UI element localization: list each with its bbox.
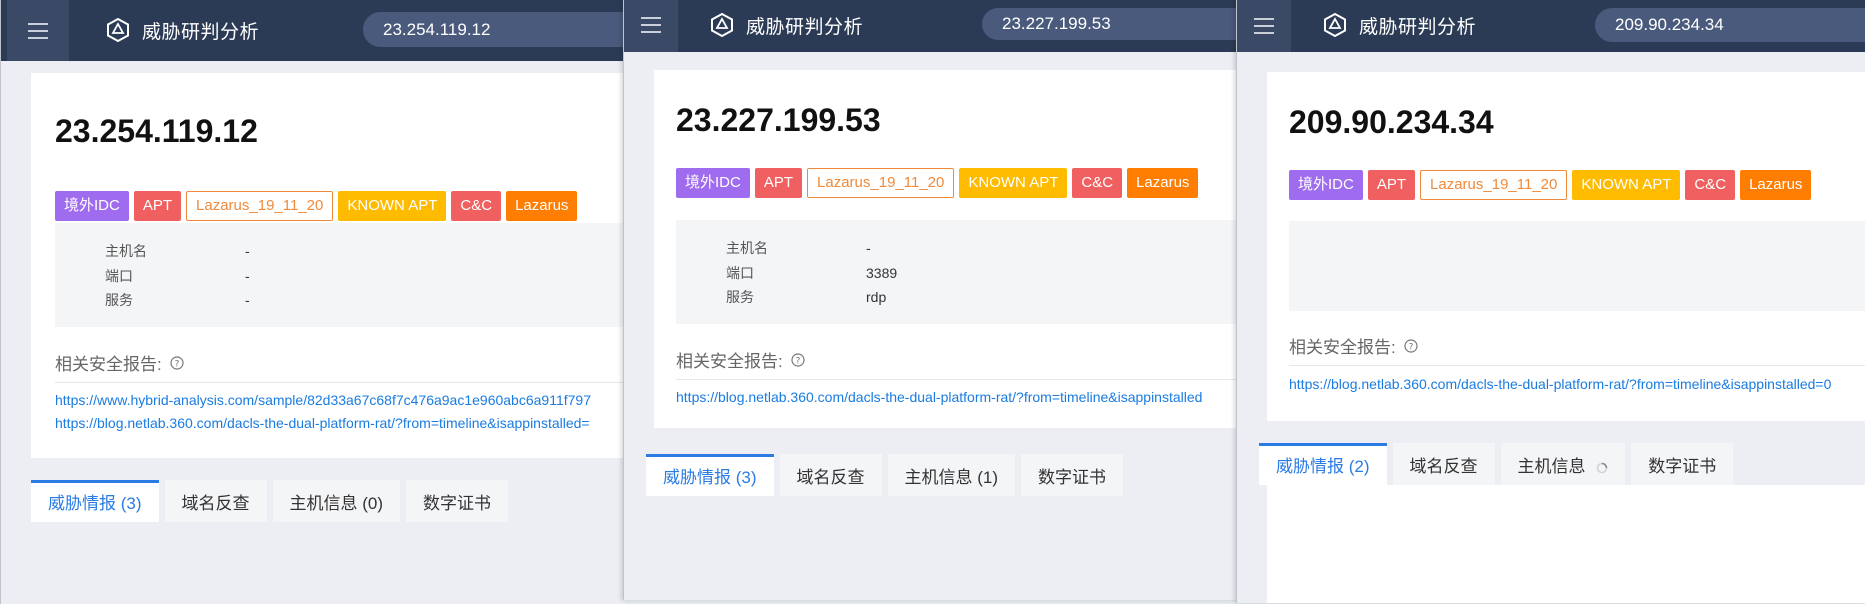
- security-reports-heading: 相关安全报告: ?: [1289, 333, 1418, 358]
- tag-list: 境外IDC APT Lazarus_19_11_20 KNOWN APT C&C…: [55, 191, 582, 221]
- question-circle-icon[interactable]: ?: [791, 352, 805, 367]
- top-bar: 威胁研判分析 209.90.234.34: [1237, 0, 1865, 52]
- menu-button[interactable]: [1237, 0, 1291, 52]
- tab-certificates[interactable]: 数字证书: [1021, 454, 1123, 496]
- tag-lazarus[interactable]: Lazarus: [506, 191, 578, 221]
- divider: [55, 382, 625, 383]
- tag-list: 境外IDC APT Lazarus_19_11_20 KNOWN APT C&C…: [1289, 170, 1816, 200]
- tag-cnc[interactable]: C&C: [451, 191, 502, 221]
- ip-overview-card: 209.90.234.34 境外IDC APT Lazarus_19_11_20…: [1267, 72, 1865, 421]
- tag-campaign[interactable]: Lazarus_19_11_20: [186, 191, 334, 221]
- detail-tabs: 威胁情报 (3) 域名反查 主机信息 (0) 数字证书: [31, 480, 514, 522]
- ip-address-title: 209.90.234.34: [1289, 104, 1494, 140]
- analysis-window-1: 威胁研判分析 23.254.119.12 23.254.119.12 境外IDC…: [0, 0, 625, 604]
- app-title: 威胁研判分析: [746, 16, 864, 38]
- brand: 威胁研判分析: [1322, 12, 1476, 38]
- info-row-hostname: 主机名 -: [105, 243, 250, 259]
- tab-domain-lookup[interactable]: 域名反查: [164, 480, 267, 522]
- tag-known-apt[interactable]: KNOWN APT: [959, 168, 1068, 198]
- tab-certificates[interactable]: 数字证书: [406, 480, 508, 522]
- tag-known-apt[interactable]: KNOWN APT: [1572, 170, 1681, 200]
- security-reports-heading: 相关安全报告: ?: [55, 350, 184, 375]
- tag-apt[interactable]: APT: [133, 191, 182, 221]
- ip-overview-card: 23.254.119.12 境外IDC APT Lazarus_19_11_20…: [31, 73, 625, 458]
- tab-threat-intel[interactable]: 威胁情报 (2): [1259, 443, 1387, 485]
- tag-cnc[interactable]: C&C: [1072, 168, 1123, 198]
- shield-logo-icon: [107, 17, 129, 43]
- divider: [1289, 365, 1865, 366]
- tag-apt[interactable]: APT: [754, 168, 803, 198]
- ip-search-input[interactable]: 23.227.199.53: [982, 8, 1238, 40]
- ip-search-input[interactable]: 23.254.119.12: [363, 12, 625, 47]
- tag-idc[interactable]: 境外IDC: [55, 191, 129, 221]
- top-bar: 威胁研判分析 23.227.199.53: [624, 0, 1238, 52]
- analysis-window-2: 威胁研判分析 23.227.199.53 23.227.199.53 境外IDC…: [623, 0, 1238, 600]
- tab-host-info[interactable]: 主机信息 (0): [272, 480, 400, 522]
- tab-host-info[interactable]: 主机信息 (1): [887, 454, 1015, 496]
- ip-overview-card: 23.227.199.53 境外IDC APT Lazarus_19_11_20…: [654, 70, 1238, 428]
- report-link-2[interactable]: https://blog.netlab.360.com/dacls-the-du…: [55, 415, 590, 431]
- brand: 威胁研判分析: [105, 17, 259, 43]
- host-info-box: 主机名 - 端口 - 服务 -: [55, 223, 625, 327]
- host-info-box: 主机名 - 端口 3389 服务 rdp: [676, 220, 1238, 324]
- app-title: 威胁研判分析: [1359, 16, 1477, 38]
- tag-lazarus[interactable]: Lazarus: [1740, 170, 1812, 200]
- hamburger-icon: [1254, 18, 1274, 20]
- tag-list: 境外IDC APT Lazarus_19_11_20 KNOWN APT C&C…: [676, 168, 1203, 198]
- tag-idc[interactable]: 境外IDC: [676, 168, 750, 198]
- tag-lazarus[interactable]: Lazarus: [1127, 168, 1199, 198]
- tag-idc[interactable]: 境外IDC: [1289, 170, 1363, 200]
- report-link-1[interactable]: https://www.hybrid-analysis.com/sample/8…: [55, 392, 591, 408]
- tab-host-info[interactable]: 主机信息: [1500, 443, 1626, 485]
- tab-threat-intel[interactable]: 威胁情报 (3): [31, 480, 159, 522]
- question-circle-icon[interactable]: ?: [170, 355, 184, 370]
- detail-tabs: 威胁情报 (2) 域名反查 主机信息 数字证书: [1259, 443, 1739, 485]
- security-reports-heading: 相关安全报告: ?: [676, 347, 805, 372]
- info-row-hostname: 主机名 -: [726, 240, 871, 256]
- ip-address-title: 23.254.119.12: [55, 113, 258, 149]
- divider: [676, 379, 1238, 380]
- tag-known-apt[interactable]: KNOWN APT: [338, 191, 447, 221]
- svg-text:?: ?: [795, 356, 800, 366]
- hamburger-icon: [28, 23, 48, 25]
- brand: 威胁研判分析: [709, 12, 863, 38]
- question-circle-icon[interactable]: ?: [1404, 338, 1418, 353]
- ip-address-title: 23.227.199.53: [676, 102, 881, 138]
- top-bar: 威胁研判分析 23.254.119.12: [1, 0, 625, 61]
- tab-domain-lookup[interactable]: 域名反查: [1392, 443, 1495, 485]
- tab-domain-lookup[interactable]: 域名反查: [779, 454, 882, 496]
- tag-campaign[interactable]: Lazarus_19_11_20: [1420, 170, 1568, 200]
- menu-button[interactable]: [7, 0, 69, 61]
- svg-text:?: ?: [174, 359, 179, 369]
- info-row-port: 端口 3389: [726, 265, 898, 281]
- tag-campaign[interactable]: Lazarus_19_11_20: [807, 168, 955, 198]
- info-row-service: 服务 -: [105, 292, 250, 308]
- menu-button[interactable]: [624, 0, 678, 52]
- detail-tabs: 威胁情报 (3) 域名反查 主机信息 (1) 数字证书: [646, 454, 1129, 496]
- info-row-port: 端口 -: [105, 268, 250, 284]
- tab-content-area: [1267, 485, 1865, 603]
- hamburger-icon: [641, 17, 661, 19]
- tag-apt[interactable]: APT: [1367, 170, 1416, 200]
- shield-logo-icon: [711, 12, 733, 38]
- tab-certificates[interactable]: 数字证书: [1631, 443, 1734, 485]
- svg-text:?: ?: [1408, 342, 1413, 352]
- shield-logo-icon: [1324, 12, 1346, 38]
- spinner-icon: [1596, 462, 1608, 473]
- tab-threat-intel[interactable]: 威胁情报 (3): [646, 454, 774, 496]
- ip-search-input[interactable]: 209.90.234.34: [1595, 8, 1865, 42]
- host-info-box-empty: [1289, 221, 1865, 311]
- tag-cnc[interactable]: C&C: [1685, 170, 1736, 200]
- report-link-1[interactable]: https://blog.netlab.360.com/dacls-the-du…: [1289, 376, 1831, 392]
- info-row-service: 服务 rdp: [726, 289, 887, 305]
- analysis-window-3: 威胁研判分析 209.90.234.34 209.90.234.34 境外IDC…: [1236, 0, 1865, 603]
- app-title: 威胁研判分析: [142, 21, 260, 43]
- report-link-1[interactable]: https://blog.netlab.360.com/dacls-the-du…: [676, 389, 1202, 405]
